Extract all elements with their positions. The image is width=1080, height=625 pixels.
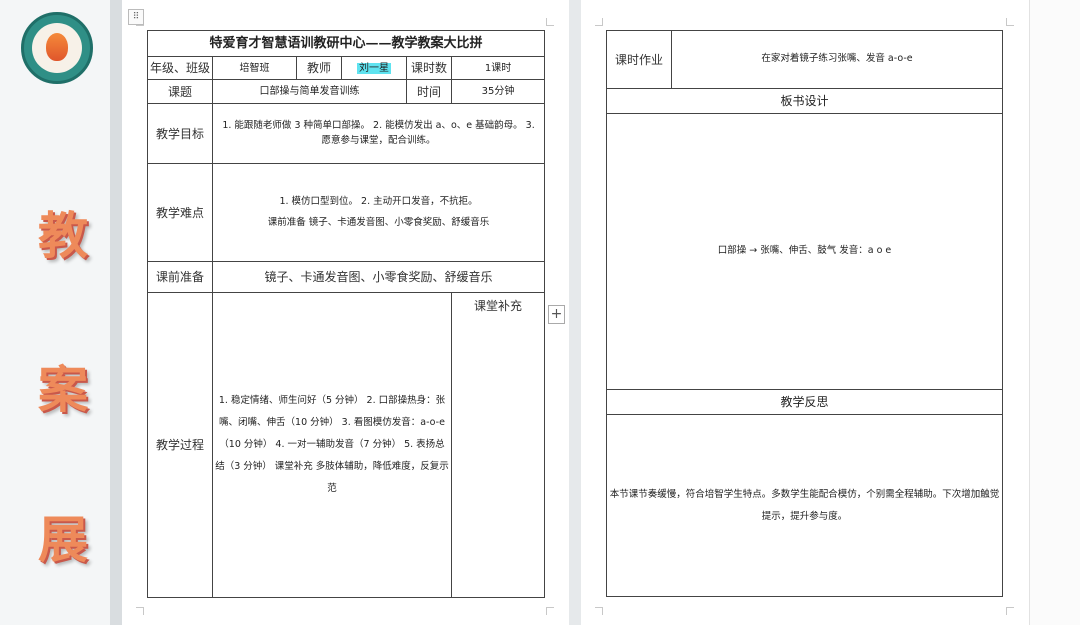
supplement-label: 课堂补充 <box>450 292 546 598</box>
topic-label: 课题 <box>147 79 213 104</box>
document-page-3-edge <box>1029 0 1080 625</box>
grade-label: 年级、班级 <box>147 56 213 80</box>
board-value: 口部操 → 张嘴、伸舌、鼓气 发音：a o e <box>606 113 1003 390</box>
teacher-cell: 刘一星 <box>341 56 407 80</box>
sidebar-char-1: 教 <box>38 206 88 265</box>
reflection-label: 教学反思 <box>606 389 1003 415</box>
difficulty-label: 教学难点 <box>147 163 213 262</box>
sidebar-char-2: 案 <box>38 360 88 419</box>
sidebar-divider <box>110 0 122 625</box>
lesson-plan-table-continued: 课时作业 在家对着镜子练习张嘴、发音 a-o-e 板书设计 口部操 → 张嘴、伸… <box>606 30 1003 597</box>
lesson-plan-table: 特爱育才智慧语训教研中心——教学教案大比拼 年级、班级 培智班 教师 刘一星 课… <box>146 30 546 598</box>
board-label: 板书设计 <box>606 88 1003 114</box>
sidebar-char-3: 展 <box>38 510 88 569</box>
time-value: 35分钟 <box>450 79 546 104</box>
table-move-handle[interactable]: ⠿ <box>128 9 144 25</box>
flame-icon <box>46 33 68 61</box>
difficulty-line-1: 1. 模仿口型到位。 2. 主动开口发音，不抗拒。 <box>279 196 478 208</box>
plan-title: 特爱育才智慧语训教研中心——教学教案大比拼 <box>146 30 546 57</box>
school-logo <box>21 12 93 84</box>
decorative-sidebar: 教 案 展 <box>0 0 110 625</box>
goals-value: 1. 能跟随老师做 3 种简单口部操。 2. 能模仿发出 a、o、e 基础韵母。… <box>211 103 546 164</box>
hours-label: 课时数 <box>406 56 452 80</box>
prep-value: 镜子、卡通发音图、小零食奖励、舒缓音乐 <box>211 261 546 293</box>
add-column-button[interactable]: + <box>548 305 565 324</box>
teacher-value: 刘一星 <box>357 62 391 74</box>
homework-label: 课时作业 <box>606 30 672 89</box>
goals-label: 教学目标 <box>147 103 213 164</box>
process-label: 教学过程 <box>147 292 213 598</box>
prep-label: 课前准备 <box>147 261 213 293</box>
difficulty-cell: 1. 模仿口型到位。 2. 主动开口发音，不抗拒。 课前准备 镜子、卡通发音图、… <box>211 163 546 262</box>
reflection-value: 本节课节奏缓慢，符合培智学生特点。多数学生能配合模仿，个别需全程辅助。下次增加触… <box>606 414 1003 597</box>
page-gap <box>569 0 581 625</box>
process-value: 1. 稳定情绪、师生问好（5 分钟） 2. 口部操热身：张嘴、闭嘴、伸舌（10 … <box>212 292 452 598</box>
grade-value: 培智班 <box>212 56 297 80</box>
teacher-label: 教师 <box>296 56 342 80</box>
hours-value: 1课时 <box>450 56 546 80</box>
homework-value: 在家对着镜子练习张嘴、发音 a-o-e <box>671 30 1003 89</box>
topic-value: 口部操与简单发音训练 <box>212 79 407 104</box>
time-label: 时间 <box>406 79 452 104</box>
difficulty-line-2: 课前准备 镜子、卡通发音图、小零食奖励、舒缓音乐 <box>267 216 490 228</box>
